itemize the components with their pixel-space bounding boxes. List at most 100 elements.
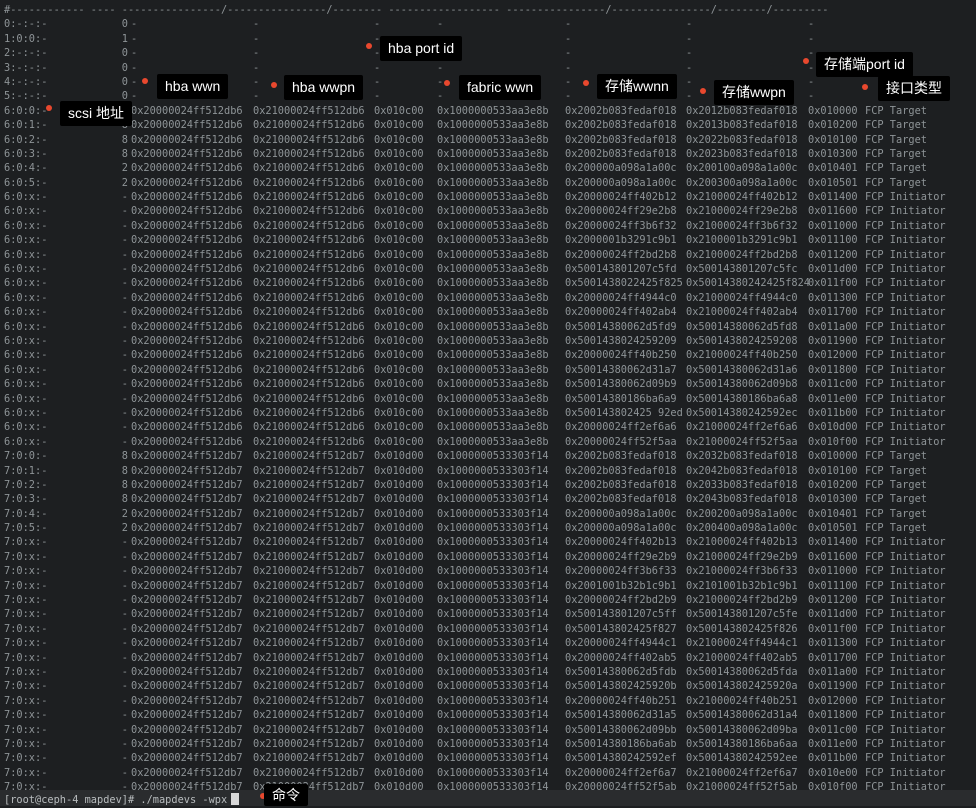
terminal-cell: 0x1000000533aa3e8b: [437, 191, 549, 204]
terminal-cell: 0x21000024ff512db7: [253, 478, 365, 491]
terminal-cell: 2: [121, 522, 128, 535]
terminal-cell: -: [121, 723, 128, 736]
terminal-cell: 0x200000a098a1a00c: [565, 522, 677, 535]
terminal-cell: 0x010c00: [374, 435, 424, 448]
terminal-cell: FCP Initiator: [865, 191, 946, 204]
terminal-cell: 0x50014380062d5fd8: [686, 320, 798, 333]
terminal-line: 6:0:x:- -0x20000024ff512db6 0x21000024ff51…: [4, 233, 976, 247]
terminal-cell: 0x21000024ff512db7: [253, 637, 365, 650]
terminal-cell: 0x20000024ff512db6: [131, 320, 243, 333]
terminal-cell: 0x21000024ff512db6: [253, 277, 365, 290]
terminal-cell: -: [121, 334, 128, 347]
terminal-cell: 0x010100: [808, 464, 858, 477]
terminal-cell: 0x21000024ff512db6: [253, 176, 365, 189]
terminal-cell: FCP Initiator: [865, 334, 946, 347]
terminal-cell: 7:0:x:-: [4, 608, 48, 621]
terminal-cell: 2: [121, 162, 128, 175]
terminal-cell: FCP Initiator: [865, 392, 946, 405]
terminal-cell: FCP Target: [865, 119, 927, 132]
terminal-cell: 0x20000024ff512db7: [131, 478, 243, 491]
terminal-cell: 6:0:x:-: [4, 306, 48, 319]
terminal-cell: 6:0:x:-: [4, 435, 48, 448]
terminal-cell: 0x21000024ff512db7: [253, 579, 365, 592]
terminal-cell: -: [686, 18, 693, 31]
terminal-cell: -: [437, 18, 444, 31]
terminal-cell: 0x200000a098a1a00c: [565, 507, 677, 520]
terminal-line: 7:0:x:- -0x20000024ff512db7 0x21000024ff51…: [4, 694, 976, 708]
terminal-cell: -: [253, 18, 260, 31]
terminal-cell: 0x21000024ff512db7: [253, 565, 365, 578]
command-prompt[interactable]: [root@ceph-4 mapdev]# ./mapdevs -wpx: [0, 790, 976, 806]
terminal-cell: -: [253, 32, 260, 45]
terminal-cell: 0x21000024ff512db7: [253, 680, 365, 693]
terminal-window[interactable]: #------------ ---- ----------------/----…: [0, 0, 976, 806]
terminal-cell: 0x2042b083fedaf018: [686, 464, 798, 477]
terminal-cell: 0x50014380186ba6aa: [686, 737, 798, 750]
terminal-cell: -: [437, 61, 444, 74]
terminal-cell: 0x50014380062d5fd9: [565, 320, 677, 333]
terminal-cell: 0x2002b083fedaf018: [565, 493, 677, 506]
terminal-cell: 0x1000000533303f14: [437, 594, 549, 607]
terminal-cell: 0x1000000533aa3e8b: [437, 277, 549, 290]
terminal-cell: -: [808, 61, 815, 74]
terminal-cell: 0x20000024ff512db7: [131, 608, 243, 621]
terminal-cell: 0x20000024ff402ab5: [565, 651, 677, 664]
terminal-cell: -: [374, 18, 381, 31]
terminal-cell: 0x21000024ff512db6: [253, 147, 365, 160]
terminal-cell: 7:0:x:-: [4, 651, 48, 664]
terminal-cell: 0x20000024ff3b6f33: [565, 565, 677, 578]
terminal-cell: -: [121, 665, 128, 678]
terminal-cell: 0x1000000533303f14: [437, 766, 549, 779]
terminal-line: 6:0:x:- -0x20000024ff512db6 0x21000024ff51…: [4, 291, 976, 305]
terminal-cell: 0x21000024ff512db6: [253, 219, 365, 232]
terminal-line: 7:0:x:- -0x20000024ff512db7 0x21000024ff51…: [4, 535, 976, 549]
terminal-cell: 7:0:x:-: [4, 709, 48, 722]
marker-dot-scsi: [46, 105, 52, 111]
terminal-cell: 0x20000024ff512db6: [131, 176, 243, 189]
terminal-cell: 0x20000024ff512db6: [131, 378, 243, 391]
terminal-cell: 0x20000024ff512db6: [131, 191, 243, 204]
terminal-cell: -: [121, 320, 128, 333]
terminal-cell: 0x010d00: [374, 565, 424, 578]
terminal-cell: 0x20000024ff512db7: [131, 622, 243, 635]
terminal-cell: 6:0:4:-: [4, 162, 48, 175]
terminal-cell: 0x010401: [808, 162, 858, 175]
terminal-cell: 7:0:3:-: [4, 493, 48, 506]
terminal-cell: 7:0:x:-: [4, 694, 48, 707]
terminal-cell: 0x21000024ff512db6: [253, 263, 365, 276]
terminal-cell: FCP Initiator: [865, 594, 946, 607]
terminal-cell: 7:0:0:-: [4, 450, 48, 463]
terminal-cell: FCP Target: [865, 478, 927, 491]
terminal-cell: 0x20000024ff40b250: [565, 349, 677, 362]
terminal-cell: 0x200200a098a1a00c: [686, 507, 798, 520]
terminal-cell: 0x21000024ff512db7: [253, 450, 365, 463]
terminal-cell: 0x010d00: [374, 550, 424, 563]
terminal-cell: 0x1000000533303f14: [437, 651, 549, 664]
terminal-cell: 0x21000024ff512db6: [253, 320, 365, 333]
terminal-cell: -: [121, 392, 128, 405]
terminal-cell: 0x010d00: [374, 723, 424, 736]
terminal-line: 6:0:3:- 8 0x20000024ff512db6 0x21000024ff51…: [4, 147, 976, 161]
terminal-cell: -: [253, 90, 260, 103]
marker-dot-storage-port-id: [803, 58, 809, 64]
terminal-cell: 0x50014380186ba6a9: [565, 392, 677, 405]
terminal-cell: 0x1000000533303f14: [437, 478, 549, 491]
terminal-cell: 0x2032b083fedaf018: [686, 450, 798, 463]
terminal-line: 6:0:5:- 2 0x20000024ff512db6 0x21000024ff51…: [4, 176, 976, 190]
terminal-cell: 0x010d00: [374, 507, 424, 520]
terminal-line: 6:0:x:- -0x20000024ff512db6 0x21000024ff51…: [4, 392, 976, 406]
terminal-cell: -: [121, 594, 128, 607]
terminal-cell: 0x500143802425f826: [686, 622, 798, 635]
terminal-cell: 0x010200: [808, 119, 858, 132]
terminal-header-line: #------------ ---- ----------------/----…: [4, 4, 829, 16]
terminal-cell: 0x2002b083fedaf018: [565, 464, 677, 477]
terminal-cell: 0x010d00: [374, 450, 424, 463]
terminal-cell: 0x20000024ff512db6: [131, 119, 243, 132]
terminal-cell: 6:0:x:-: [4, 234, 48, 247]
terminal-cell: 0x2022b083fedaf018: [686, 133, 798, 146]
terminal-cell: 0x011200: [808, 594, 858, 607]
terminal-cell: 0x21000024ff4944c0: [686, 291, 798, 304]
terminal-line: 7:0:x:- -0x20000024ff512db7 0x21000024ff51…: [4, 708, 976, 722]
terminal-cell: FCP Target: [865, 133, 927, 146]
terminal-cell: 0x20000024ff512db6: [131, 421, 243, 434]
